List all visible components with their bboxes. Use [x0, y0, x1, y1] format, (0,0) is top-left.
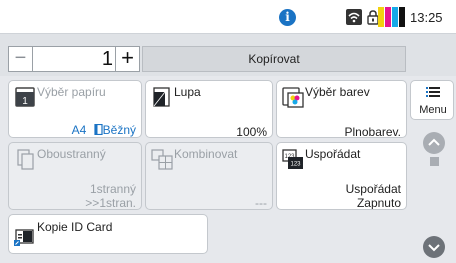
- id-card-copy-tile[interactable]: Kopie ID Card: [8, 214, 208, 254]
- toner-cyan: [392, 7, 398, 27]
- id-card-copy-label: Kopie ID Card: [37, 220, 113, 234]
- duplex-tile[interactable]: Oboustranný 1stranný >>1stran.: [8, 142, 142, 210]
- id-card-icon: [14, 229, 34, 246]
- paper-tray-icon: 1: [15, 87, 35, 107]
- combine-value: ---: [255, 196, 267, 210]
- paper-selection-label: Výběr papíru: [37, 85, 106, 99]
- menu-icon: [426, 87, 440, 97]
- copies-field[interactable]: 1: [33, 47, 117, 71]
- collate-tile[interactable]: 123 123 Uspořádat Uspořádat Zapnuto: [276, 142, 407, 210]
- color-selection-icon: [282, 87, 304, 108]
- increase-copies-button[interactable]: +: [115, 47, 139, 71]
- copy-screen: i 13:25 − 1 + Kopírovat 1 Výběr papíru A…: [0, 0, 456, 263]
- zoom-label: Lupa: [174, 85, 201, 99]
- wifi-icon: [346, 9, 362, 25]
- svg-text:123: 123: [290, 162, 301, 168]
- zoom-value: 100%: [236, 125, 267, 138]
- copy-button[interactable]: Kopírovat: [142, 46, 406, 72]
- svg-text:1: 1: [22, 96, 28, 107]
- info-icon[interactable]: i: [279, 9, 296, 26]
- copy-bar: − 1 + Kopírovat: [0, 34, 456, 76]
- paper-selection-value: A4 Běžný: [72, 124, 136, 137]
- scroll-down-button[interactable]: [423, 236, 445, 258]
- paper-sheet-icon: [94, 123, 103, 136]
- menu-button[interactable]: Menu: [410, 80, 454, 120]
- collate-value-line2: Zapnuto: [356, 196, 401, 210]
- toner-magenta: [385, 7, 391, 27]
- collate-label: Uspořádat: [305, 147, 361, 161]
- scroll-up-button[interactable]: [423, 132, 445, 154]
- color-selection-label: Výběr barev: [305, 85, 370, 99]
- color-selection-value: Plnobarev.: [344, 125, 401, 138]
- clock: 13:25: [410, 10, 443, 25]
- duplex-value-line1: 1stranný: [89, 182, 136, 196]
- combine-label: Kombinovat: [174, 147, 238, 161]
- zoom-icon: [153, 87, 170, 107]
- menu-label: Menu: [419, 104, 447, 116]
- toner-level-icon[interactable]: [378, 7, 405, 27]
- paper-size: A4: [71, 123, 87, 137]
- paper-type: Běžný: [102, 123, 136, 137]
- paper-selection-tile[interactable]: 1 Výběr papíru A4 Běžný: [8, 80, 142, 138]
- collate-icon: 123 123: [282, 149, 303, 169]
- zoom-tile[interactable]: Lupa 100%: [145, 80, 273, 138]
- status-bar: i 13:25: [0, 0, 456, 34]
- combine-icon: [151, 149, 173, 170]
- duplex-label: Oboustranný: [37, 147, 106, 161]
- scrollbar-thumb[interactable]: [430, 157, 439, 166]
- toner-black: [399, 7, 405, 27]
- copies-stepper: − 1 +: [8, 46, 140, 72]
- decrease-copies-button[interactable]: −: [9, 47, 33, 71]
- duplex-value-line2: >>1stran.: [85, 196, 136, 210]
- toner-yellow: [378, 7, 384, 27]
- collate-value-line1: Uspořádat: [345, 182, 401, 196]
- chevron-down-icon: [428, 244, 440, 252]
- duplex-icon: [17, 149, 34, 170]
- chevron-up-icon: [428, 138, 440, 146]
- color-selection-tile[interactable]: Výběr barev Plnobarev.: [276, 80, 407, 138]
- combine-tile[interactable]: Kombinovat ---: [145, 142, 273, 210]
